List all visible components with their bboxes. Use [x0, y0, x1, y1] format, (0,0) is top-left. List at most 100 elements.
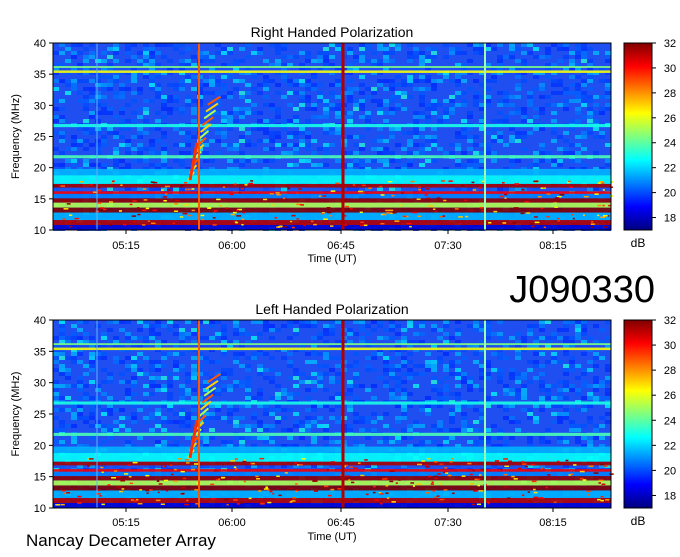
heatmap-cell [257, 83, 263, 87]
heatmap-cell [557, 59, 563, 63]
speckle [194, 463, 199, 465]
heatmap-cell [347, 364, 353, 368]
speckle [522, 494, 525, 497]
speckle [201, 218, 205, 221]
heatmap-cell [521, 59, 527, 63]
heatmap-cell [389, 356, 395, 360]
speckle [127, 464, 131, 466]
heatmap-cell [245, 111, 251, 115]
heatmap-cell [413, 51, 419, 55]
heatmap-cell [317, 59, 323, 63]
heatmap-cell [89, 111, 95, 115]
heatmap-cell [593, 376, 599, 380]
heatmap-cell [359, 91, 365, 95]
heatmap-cell [185, 372, 191, 376]
heatmap-cell [593, 428, 599, 432]
heatmap-cell [173, 87, 179, 91]
heatmap-cell [227, 127, 233, 131]
speckle [473, 490, 478, 492]
heatmap-cell [155, 440, 161, 444]
speckle [410, 180, 415, 183]
heatmap-cell [323, 107, 329, 111]
heatmap-cell [551, 412, 557, 416]
heatmap-cell [539, 147, 545, 151]
heatmap-cell [347, 163, 353, 167]
heatmap-cell [95, 95, 101, 99]
speckle [554, 206, 558, 208]
heatmap-cell [389, 99, 395, 103]
speckle [472, 469, 475, 472]
speckle [534, 216, 538, 218]
heatmap-cell [125, 119, 131, 123]
speckle [301, 458, 306, 460]
heatmap-cell [605, 364, 611, 368]
x-tick-label: 08:15 [539, 240, 567, 252]
heatmap-cell [113, 163, 119, 167]
heatmap-cell [299, 91, 305, 95]
heatmap-cell [179, 59, 185, 63]
heatmap-cell [389, 111, 395, 115]
heatmap-cell [521, 119, 527, 123]
heatmap-cell [83, 95, 89, 99]
speckle [424, 464, 428, 467]
heatmap-cell [59, 320, 65, 324]
heatmap-cell [263, 368, 269, 372]
speckle [129, 482, 134, 485]
heatmap-cell [593, 364, 599, 368]
heatmap-cell [371, 356, 377, 360]
heatmap-cell [395, 436, 401, 440]
heatmap-cell [113, 59, 119, 63]
heatmap-cell [581, 332, 587, 336]
heatmap-cell [257, 111, 263, 115]
heatmap-cell [539, 95, 545, 99]
heatmap-cell [413, 115, 419, 119]
heatmap-cell [107, 376, 113, 380]
heatmap-cell [179, 424, 185, 428]
heatmap-cell [155, 43, 161, 47]
heatmap-cell [473, 352, 479, 356]
heatmap-cell [83, 79, 89, 83]
heatmap-cell [131, 43, 137, 47]
heatmap-cell [173, 143, 179, 147]
heatmap-cell [563, 99, 569, 103]
heatmap-cell [605, 163, 611, 167]
heatmap-cell [59, 139, 65, 143]
speckle [152, 209, 157, 212]
heatmap-cell [407, 392, 413, 396]
heatmap-cell [527, 99, 533, 103]
heatmap-cell [383, 364, 389, 368]
speckle [588, 465, 594, 467]
heatmap-cell [371, 51, 377, 55]
heatmap-cell [467, 135, 473, 139]
heatmap-cell [395, 364, 401, 368]
heatmap-cell [407, 159, 413, 163]
heatmap-cell [425, 135, 431, 139]
heatmap-cell [179, 412, 185, 416]
heatmap-cell [461, 91, 467, 95]
speckle [503, 458, 508, 460]
heatmap-cell [581, 99, 587, 103]
heatmap-cell [53, 147, 59, 151]
heatmap-cell [323, 99, 329, 103]
speckle [200, 214, 205, 217]
heatmap-cell [275, 420, 281, 424]
heatmap-cell [287, 436, 293, 440]
heatmap-cell [497, 119, 503, 123]
heatmap-cell [155, 376, 161, 380]
heatmap-cell [575, 43, 581, 47]
heatmap-cell [431, 324, 437, 328]
heatmap-cell [329, 328, 335, 332]
heatmap-cell [575, 364, 581, 368]
heatmap-cell [287, 360, 293, 364]
heatmap-cell [365, 356, 371, 360]
heatmap-cell [191, 111, 197, 115]
heatmap-cell [221, 83, 227, 87]
heatmap-cell [131, 119, 137, 123]
heatmap-cell [347, 51, 353, 55]
heatmap-cell [575, 47, 581, 51]
heatmap-cell [395, 352, 401, 356]
heatmap-cell [59, 328, 65, 332]
speckle [323, 218, 328, 220]
speckle [318, 195, 322, 198]
heatmap-cell [371, 368, 377, 372]
